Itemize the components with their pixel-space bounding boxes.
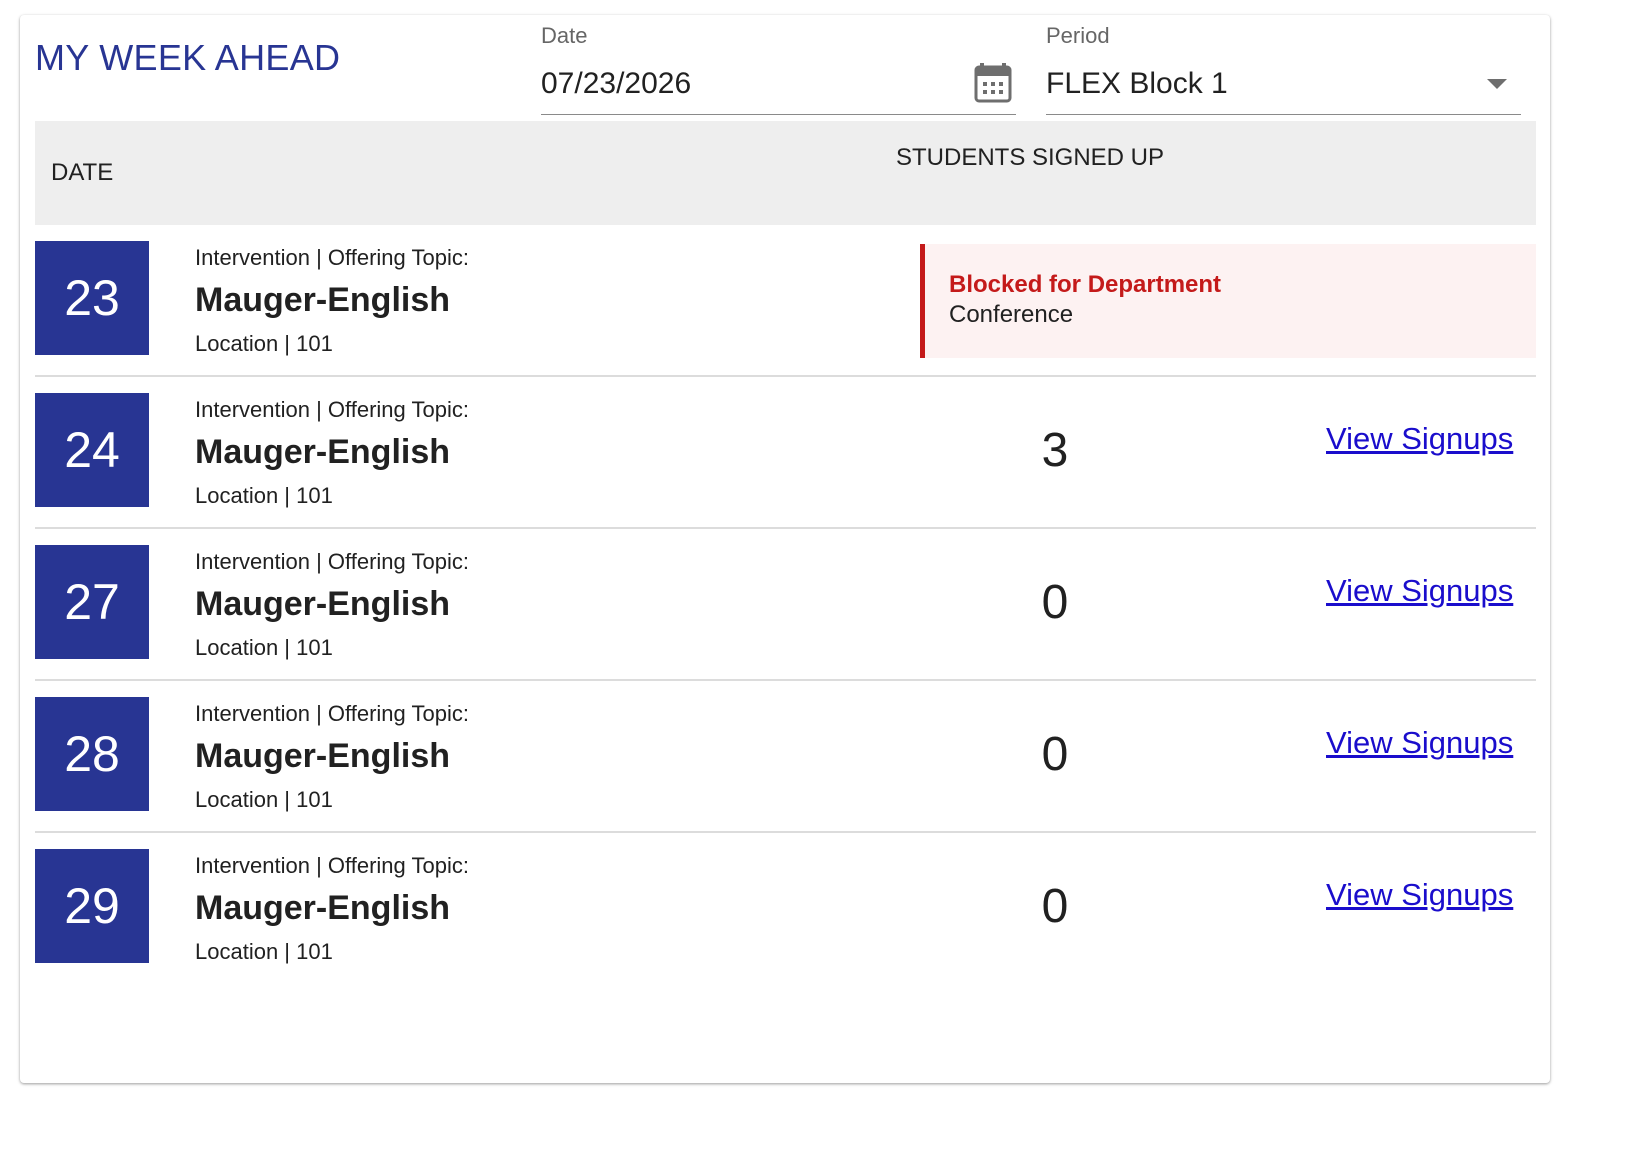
table-row: 28 Intervention | Offering Topic: Mauger… [35,681,1536,833]
offering-location: Location | 101 [195,483,333,508]
table-row: 24 Intervention | Offering Topic: Mauger… [35,377,1536,529]
date-field[interactable]: Date 07/23/2026 [541,23,1016,115]
offering-location: Location | 101 [195,331,333,356]
view-signups-link[interactable]: View Signups [1326,573,1513,609]
date-label: Date [541,23,588,48]
offering-topic: Mauger-English [195,737,451,775]
period-label: Period [1046,23,1110,48]
offering-location: Location | 101 [195,635,333,660]
day-number: 27 [35,545,149,659]
offering-topic: Mauger-English [195,433,451,471]
offering-topic: Mauger-English [195,281,451,319]
table-row: 23 Intervention | Offering Topic: Mauger… [35,225,1536,377]
period-value[interactable]: FLEX Block 1 [1046,67,1228,101]
blocked-reason: Conference [949,301,1074,328]
table-row: 29 Intervention | Offering Topic: Mauger… [35,833,1536,985]
view-signups-link[interactable]: View Signups [1326,725,1513,761]
week-ahead-card: MY WEEK AHEAD Date 07/23/2026 Period FLE… [20,15,1550,1083]
chevron-down-icon[interactable] [1487,79,1507,89]
offering-topic: Mauger-English [195,585,451,623]
table-header: DATE STUDENTS SIGNED UP [35,121,1536,225]
period-select[interactable]: Period FLEX Block 1 [1046,23,1521,115]
column-header-date: DATE [51,159,114,186]
day-number: 24 [35,393,149,507]
date-input[interactable]: 07/23/2026 [541,67,691,101]
week-list: 23 Intervention | Offering Topic: Mauger… [35,225,1536,985]
blocked-notice: Blocked for Department Conference [920,244,1536,358]
signup-count: 0 [1041,728,1069,781]
offering-location: Location | 101 [195,939,333,964]
offering-label: Intervention | Offering Topic: [195,701,469,726]
offering-label: Intervention | Offering Topic: [195,397,469,422]
offering-label: Intervention | Offering Topic: [195,245,469,270]
calendar-icon[interactable] [974,63,1012,103]
table-row: 27 Intervention | Offering Topic: Mauger… [35,529,1536,681]
signup-count: 0 [1041,880,1069,933]
offering-location: Location | 101 [195,787,333,812]
offering-label: Intervention | Offering Topic: [195,549,469,574]
column-header-students: STUDENTS SIGNED UP [895,144,1165,171]
view-signups-link[interactable]: View Signups [1326,877,1513,913]
day-number: 28 [35,697,149,811]
offering-label: Intervention | Offering Topic: [195,853,469,878]
page-title: MY WEEK AHEAD [35,37,341,78]
day-number: 23 [35,241,149,355]
view-signups-link[interactable]: View Signups [1326,421,1513,457]
day-number: 29 [35,849,149,963]
signup-count: 3 [1041,424,1069,477]
signup-count: 0 [1041,576,1069,629]
offering-topic: Mauger-English [195,889,451,927]
blocked-title: Blocked for Department [949,271,1222,298]
